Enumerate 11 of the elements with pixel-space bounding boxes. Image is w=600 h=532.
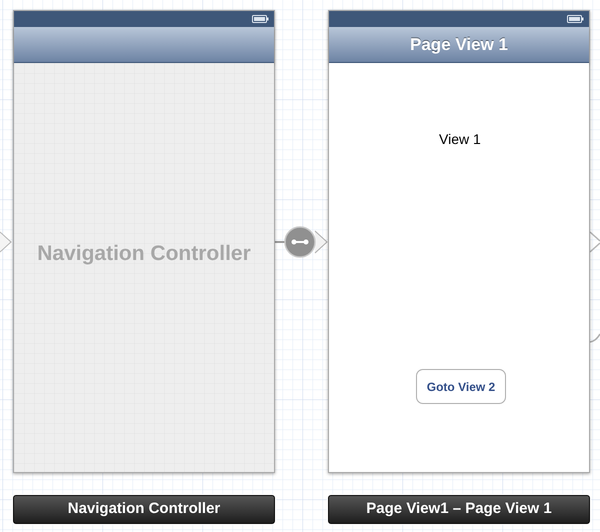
goto-button[interactable]: Goto View 2 xyxy=(416,369,506,404)
scene-label: Page View1 – Page View 1 xyxy=(328,495,590,524)
navigation-title: Page View 1 xyxy=(410,34,508,56)
battery-icon xyxy=(252,15,269,23)
segue-arrow-icon xyxy=(0,231,12,253)
scene-label: Navigation Controller xyxy=(13,495,275,524)
placeholder-text: Navigation Controller xyxy=(37,240,251,267)
view-label: View 1 xyxy=(439,130,481,149)
segue-arrow-icon xyxy=(590,231,600,253)
battery-icon xyxy=(567,15,584,23)
segue-icon[interactable] xyxy=(284,226,316,258)
